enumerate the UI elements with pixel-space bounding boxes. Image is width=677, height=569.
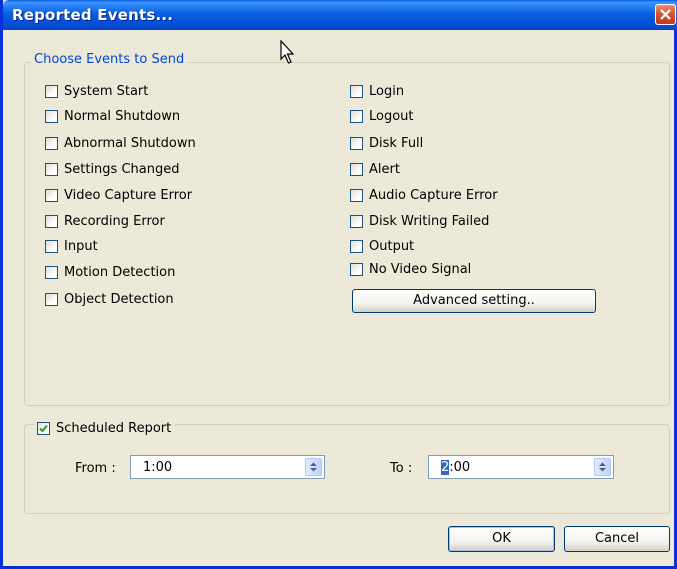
event-checkbox-label: Disk Full bbox=[369, 135, 424, 151]
from-label: From : bbox=[75, 461, 116, 476]
event-checkbox[interactable] bbox=[350, 84, 363, 98]
spin-arrows-icon bbox=[310, 462, 317, 472]
event-checkbox-label: Logout bbox=[369, 108, 414, 124]
to-time-spinner[interactable]: 2:00 bbox=[428, 455, 614, 479]
mouse-cursor-icon bbox=[280, 39, 296, 70]
event-checkbox-label: Recording Error bbox=[64, 213, 165, 229]
event-checkbox[interactable] bbox=[45, 188, 58, 202]
close-button[interactable] bbox=[655, 4, 676, 25]
event-checkbox-label: No Video Signal bbox=[369, 261, 472, 277]
event-checkbox[interactable] bbox=[45, 84, 58, 98]
to-time-value[interactable]: 2:00 bbox=[441, 460, 470, 475]
event-checkbox-label: Video Capture Error bbox=[64, 187, 193, 203]
checkmark-icon bbox=[39, 424, 48, 432]
event-checkbox[interactable] bbox=[350, 188, 363, 202]
event-checkbox[interactable] bbox=[350, 239, 363, 253]
to-time-rest: :00 bbox=[449, 460, 471, 475]
event-checkbox-row[interactable]: Disk Writing Failed bbox=[350, 212, 489, 230]
event-checkbox-row[interactable]: System Start bbox=[45, 82, 148, 100]
window-title: Reported Events... bbox=[12, 6, 174, 24]
from-time-spinner[interactable]: 1:00 bbox=[130, 455, 325, 479]
event-checkbox-label: Output bbox=[369, 238, 415, 254]
event-checkbox-label: Login bbox=[369, 83, 405, 99]
event-checkbox-row[interactable]: Disk Full bbox=[350, 134, 423, 152]
event-checkbox[interactable] bbox=[45, 214, 58, 228]
event-checkbox[interactable] bbox=[45, 136, 58, 150]
event-checkbox-row[interactable]: Normal Shutdown bbox=[45, 107, 180, 125]
event-checkbox[interactable] bbox=[45, 162, 58, 176]
event-checkbox-label: Audio Capture Error bbox=[369, 187, 498, 203]
event-checkbox-row[interactable]: Output bbox=[350, 237, 414, 255]
event-checkbox-row[interactable]: Recording Error bbox=[45, 212, 165, 230]
event-checkbox[interactable] bbox=[350, 262, 363, 276]
event-checkbox-row[interactable]: No Video Signal bbox=[350, 260, 471, 278]
event-checkbox-label: Settings Changed bbox=[64, 161, 180, 177]
event-checkbox-row[interactable]: Input bbox=[45, 237, 98, 255]
scheduled-report-checkbox-row[interactable]: Scheduled Report bbox=[35, 419, 176, 437]
scheduled-report-label: Scheduled Report bbox=[56, 420, 172, 436]
event-checkbox-row[interactable]: Settings Changed bbox=[45, 160, 179, 178]
event-checkbox-row[interactable]: Video Capture Error bbox=[45, 186, 192, 204]
dialog-window: Reported Events... Choose Events to Send… bbox=[0, 0, 677, 569]
event-checkbox-label: Motion Detection bbox=[64, 264, 176, 280]
event-checkbox[interactable] bbox=[350, 136, 363, 150]
event-checkbox[interactable] bbox=[350, 162, 363, 176]
events-group-legend: Choose Events to Send bbox=[31, 52, 188, 67]
event-checkbox-label: Input bbox=[64, 238, 98, 254]
ok-button[interactable]: OK bbox=[448, 526, 555, 552]
advanced-setting-button[interactable]: Advanced setting.. bbox=[352, 289, 596, 313]
scheduled-report-checkbox[interactable] bbox=[37, 421, 50, 435]
event-checkbox[interactable] bbox=[350, 109, 363, 123]
spin-arrows-icon bbox=[599, 462, 606, 472]
event-checkbox-label: Object Detection bbox=[64, 291, 174, 307]
title-bar[interactable]: Reported Events... bbox=[3, 0, 677, 30]
event-checkbox-label: Normal Shutdown bbox=[64, 108, 181, 124]
event-checkbox-label: Abnormal Shutdown bbox=[64, 135, 196, 151]
event-checkbox-label: Disk Writing Failed bbox=[369, 213, 490, 229]
event-checkbox-label: Alert bbox=[369, 161, 400, 177]
event-checkbox[interactable] bbox=[45, 109, 58, 123]
to-label: To : bbox=[390, 461, 413, 476]
event-checkbox[interactable] bbox=[45, 265, 58, 279]
event-checkbox-row[interactable]: Logout bbox=[350, 107, 414, 125]
event-checkbox-row[interactable]: Abnormal Shutdown bbox=[45, 134, 196, 152]
event-checkbox-row[interactable]: Login bbox=[350, 82, 404, 100]
cancel-button[interactable]: Cancel bbox=[564, 526, 670, 552]
from-spin-arrows[interactable] bbox=[305, 458, 322, 476]
event-checkbox-row[interactable]: Object Detection bbox=[45, 290, 174, 308]
to-spin-arrows[interactable] bbox=[594, 458, 611, 476]
event-checkbox-row[interactable]: Motion Detection bbox=[45, 263, 175, 281]
event-checkbox[interactable] bbox=[45, 292, 58, 306]
event-checkbox-label: System Start bbox=[64, 83, 149, 99]
event-checkbox-row[interactable]: Audio Capture Error bbox=[350, 186, 498, 204]
event-checkbox[interactable] bbox=[350, 214, 363, 228]
from-time-value[interactable]: 1:00 bbox=[143, 460, 172, 475]
event-checkbox-row[interactable]: Alert bbox=[350, 160, 400, 178]
event-checkbox[interactable] bbox=[45, 239, 58, 253]
